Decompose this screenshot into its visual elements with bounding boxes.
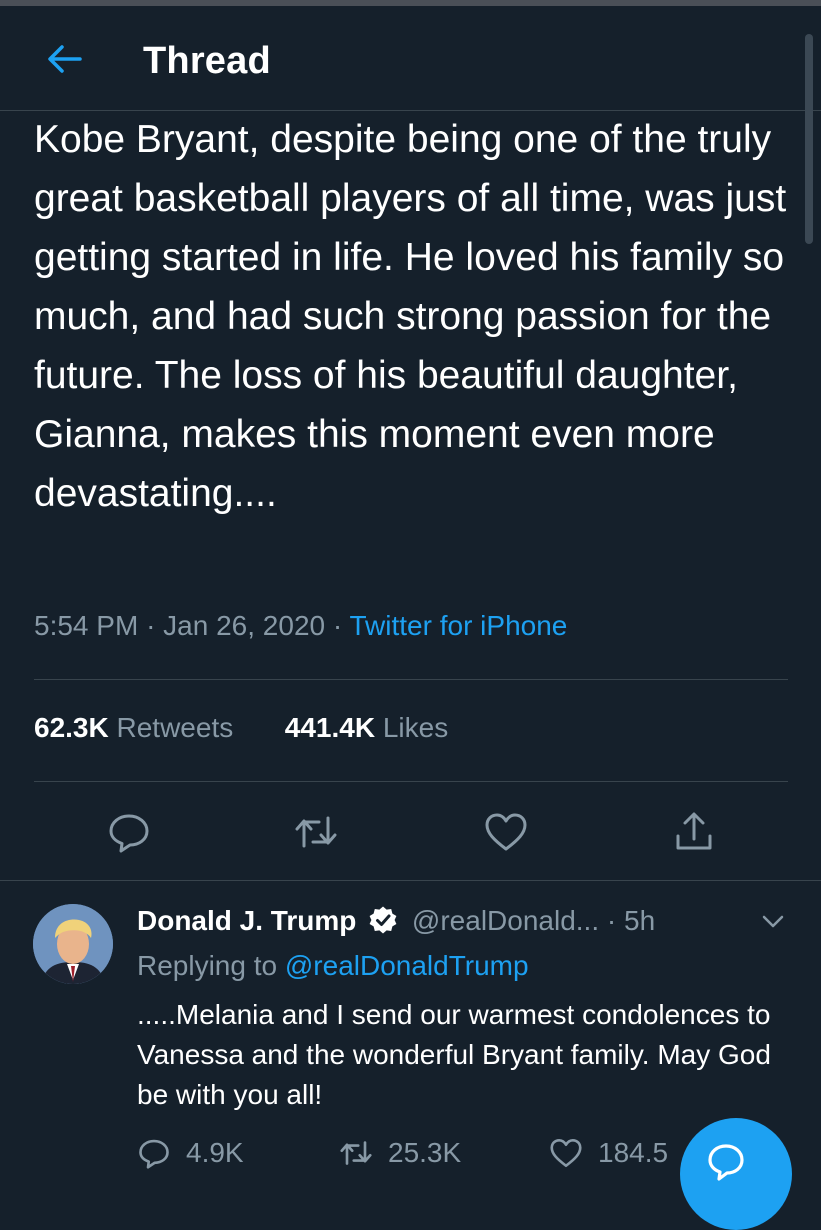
comment-icon[interactable] — [105, 808, 153, 856]
reply-author-handle[interactable]: @realDonald... — [412, 905, 599, 936]
tweet-text: Kobe Bryant, despite being one of the tr… — [34, 118, 787, 515]
reply-retweet-button[interactable]: 25.3K — [338, 1133, 461, 1173]
reply-text: .....Melania and I send our warmest cond… — [137, 999, 771, 1110]
compose-reply-button[interactable] — [680, 1118, 792, 1230]
likes-count: 441.4K — [284, 712, 376, 743]
tweet-meta: 5:54 PM · Jan 26, 2020 · Twitter for iPh… — [34, 610, 567, 642]
heart-icon[interactable] — [482, 808, 530, 856]
avatar-portrait — [33, 904, 113, 984]
retweets-count: 62.3K — [34, 712, 109, 743]
chevron-down-icon[interactable] — [762, 914, 784, 930]
heart-icon — [550, 1138, 582, 1168]
retweet-icon[interactable] — [292, 808, 340, 856]
replying-to: Replying to @realDonaldTrump — [137, 950, 529, 982]
header: Thread — [0, 6, 821, 110]
reply-author-name[interactable]: Donald J. Trump — [137, 905, 356, 936]
page-title: Thread — [143, 40, 271, 82]
retweet-icon — [340, 1141, 372, 1165]
meta-separator: · — [146, 610, 164, 641]
tweet-stats: 62.3K Retweets 441.4K Likes — [34, 712, 448, 744]
reply-retweet-count: 25.3K — [388, 1137, 462, 1168]
tweet-source-link[interactable]: Twitter for iPhone — [349, 610, 567, 641]
share-icon[interactable] — [670, 808, 718, 856]
replying-prefix: Replying to — [137, 950, 278, 981]
likes-label: Likes — [382, 712, 449, 743]
divider — [34, 781, 788, 782]
comment-icon — [139, 1139, 169, 1169]
reply-comment-count: 4.9K — [186, 1137, 244, 1168]
meta-separator: · — [332, 610, 350, 641]
likes-stat[interactable]: 441.4K Likes — [285, 712, 448, 743]
reply-time: 5h — [624, 905, 656, 936]
replying-to-mention[interactable]: @realDonaldTrump — [285, 950, 529, 981]
reply-like-button[interactable]: 184.5 — [548, 1133, 668, 1173]
arrow-left-icon[interactable] — [44, 42, 84, 76]
reply-header: Donald J. Trump @realDonald... · 5h — [137, 905, 655, 937]
divider — [0, 880, 821, 881]
reply-comment-button[interactable]: 4.9K — [136, 1133, 244, 1173]
retweets-stat[interactable]: 62.3K Retweets — [34, 712, 233, 743]
compose-reply-icon — [708, 1144, 744, 1181]
verified-badge-icon — [369, 906, 397, 934]
scrollbar[interactable] — [805, 34, 813, 244]
reply-like-count: 184.5 — [598, 1137, 669, 1168]
retweets-label: Retweets — [116, 712, 234, 743]
meta-separator: · — [606, 905, 624, 936]
tweet-date: Jan 26, 2020 — [163, 610, 326, 641]
divider — [34, 679, 788, 680]
avatar[interactable] — [33, 904, 113, 984]
tweet-time: 5:54 PM — [34, 610, 139, 641]
